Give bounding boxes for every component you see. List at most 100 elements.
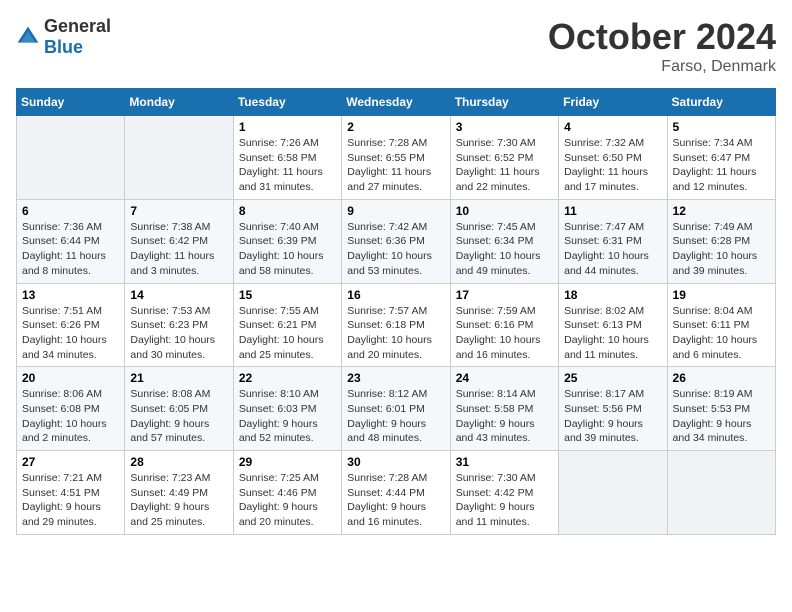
day-number: 18 [564,288,661,302]
calendar-cell: 4Sunrise: 7:32 AMSunset: 6:50 PMDaylight… [559,116,667,200]
calendar-cell [17,116,125,200]
logo: General Blue [16,16,111,58]
day-info: Sunrise: 7:38 AMSunset: 6:42 PMDaylight:… [130,220,227,279]
day-info: Sunrise: 7:21 AMSunset: 4:51 PMDaylight:… [22,471,119,530]
day-info: Sunrise: 7:28 AMSunset: 6:55 PMDaylight:… [347,136,444,195]
calendar-cell: 5 Sunrise: 7:34 AMSunset: 6:47 PMDaylight… [667,116,775,200]
week-row-0: 1 Sunrise: 7:26 AMSunset: 6:58 PMDaylight… [17,116,776,200]
day-info: Sunrise: 8:14 AMSunset: 5:58 PMDaylight:… [456,387,553,446]
calendar-cell [559,451,667,535]
day-info: Sunrise: 8:02 AMSunset: 6:13 PMDaylight:… [564,304,661,363]
day-number: 25 [564,371,661,385]
day-number: 11 [564,204,661,218]
calendar-cell: 30Sunrise: 7:28 AMSunset: 4:44 PMDayligh… [342,451,450,535]
day-info: Sunrise: 7:47 AMSunset: 6:31 PMDaylight:… [564,220,661,279]
day-number: 31 [456,455,553,469]
calendar-cell: 7 Sunrise: 7:38 AMSunset: 6:42 PMDaylight… [125,199,233,283]
calendar-cell: 6 Sunrise: 7:36 AMSunset: 6:44 PMDaylight… [17,199,125,283]
day-info: Sunrise: 8:04 AMSunset: 6:11 PMDaylight:… [673,304,770,363]
day-number: 6 [22,204,119,218]
day-number: 4 [564,120,661,134]
calendar-cell: 2 Sunrise: 7:28 AMSunset: 6:55 PMDaylight… [342,116,450,200]
calendar-table: SundayMondayTuesdayWednesdayThursdayFrid… [16,88,776,535]
calendar-cell: 31 Sunrise: 7:30 AMSunset: 4:42 PMDayligh… [450,451,558,535]
day-number: 14 [130,288,227,302]
month-title: October 2024 [548,16,776,58]
calendar-cell: 13 Sunrise: 7:51 AMSunset: 6:26 PMDayligh… [17,283,125,367]
calendar-cell: 11 Sunrise: 7:47 AMSunset: 6:31 PMDayligh… [559,199,667,283]
day-number: 13 [22,288,119,302]
day-info: Sunrise: 7:42 AMSunset: 6:36 PMDaylight:… [347,220,444,279]
week-row-2: 13 Sunrise: 7:51 AMSunset: 6:26 PMDayligh… [17,283,776,367]
day-number: 29 [239,455,336,469]
day-number: 12 [673,204,770,218]
day-info: Sunrise: 7:36 AMSunset: 6:44 PMDaylight:… [22,220,119,279]
day-number: 1 [239,120,336,134]
calendar-cell: 29Sunrise: 7:25 AMSunset: 4:46 PMDayligh… [233,451,341,535]
calendar-cell: 8Sunrise: 7:40 AMSunset: 6:39 PMDaylight… [233,199,341,283]
calendar-cell: 10 Sunrise: 7:45 AMSunset: 6:34 PMDayligh… [450,199,558,283]
day-info: Sunrise: 7:55 AMSunset: 6:21 PMDaylight:… [239,304,336,363]
day-info: Sunrise: 7:57 AMSunset: 6:18 PMDaylight:… [347,304,444,363]
calendar-cell: 16Sunrise: 7:57 AMSunset: 6:18 PMDayligh… [342,283,450,367]
logo-icon [16,25,40,49]
day-info: Sunrise: 7:45 AMSunset: 6:34 PMDaylight:… [456,220,553,279]
day-number: 21 [130,371,227,385]
day-number: 3 [456,120,553,134]
page-header: General Blue October 2024 Farso, Denmark [16,16,776,76]
day-info: Sunrise: 7:40 AMSunset: 6:39 PMDaylight:… [239,220,336,279]
calendar-cell: 23 Sunrise: 8:12 AMSunset: 6:01 PMDayligh… [342,367,450,451]
logo-text-blue: Blue [44,37,83,57]
day-number: 26 [673,371,770,385]
day-info: Sunrise: 7:34 AMSunset: 6:47 PMDaylight:… [673,136,770,195]
weekday-header-friday: Friday [559,89,667,116]
calendar-cell: 21 Sunrise: 8:08 AMSunset: 6:05 PMDayligh… [125,367,233,451]
calendar-cell: 27 Sunrise: 7:21 AMSunset: 4:51 PMDayligh… [17,451,125,535]
day-number: 23 [347,371,444,385]
title-block: October 2024 Farso, Denmark [548,16,776,76]
day-number: 22 [239,371,336,385]
day-number: 20 [22,371,119,385]
week-row-1: 6 Sunrise: 7:36 AMSunset: 6:44 PMDaylight… [17,199,776,283]
calendar-cell [125,116,233,200]
calendar-cell: 26 Sunrise: 8:19 AMSunset: 5:53 PMDayligh… [667,367,775,451]
calendar-cell: 20 Sunrise: 8:06 AMSunset: 6:08 PMDayligh… [17,367,125,451]
calendar-cell: 15 Sunrise: 7:55 AMSunset: 6:21 PMDayligh… [233,283,341,367]
day-info: Sunrise: 7:30 AMSunset: 4:42 PMDaylight:… [456,471,553,530]
day-number: 2 [347,120,444,134]
day-number: 5 [673,120,770,134]
weekday-header-wednesday: Wednesday [342,89,450,116]
day-info: Sunrise: 7:28 AMSunset: 4:44 PMDaylight:… [347,471,444,530]
day-number: 17 [456,288,553,302]
day-number: 7 [130,204,227,218]
calendar-cell: 14 Sunrise: 7:53 AMSunset: 6:23 PMDayligh… [125,283,233,367]
day-number: 28 [130,455,227,469]
calendar-cell: 28 Sunrise: 7:23 AMSunset: 4:49 PMDayligh… [125,451,233,535]
day-info: Sunrise: 8:08 AMSunset: 6:05 PMDaylight:… [130,387,227,446]
calendar-cell: 3 Sunrise: 7:30 AMSunset: 6:52 PMDaylight… [450,116,558,200]
week-row-4: 27 Sunrise: 7:21 AMSunset: 4:51 PMDayligh… [17,451,776,535]
calendar-cell: 22Sunrise: 8:10 AMSunset: 6:03 PMDayligh… [233,367,341,451]
day-info: Sunrise: 7:30 AMSunset: 6:52 PMDaylight:… [456,136,553,195]
day-info: Sunrise: 7:26 AMSunset: 6:58 PMDaylight:… [239,136,336,195]
day-number: 10 [456,204,553,218]
day-info: Sunrise: 7:51 AMSunset: 6:26 PMDaylight:… [22,304,119,363]
calendar-cell: 9 Sunrise: 7:42 AMSunset: 6:36 PMDaylight… [342,199,450,283]
day-info: Sunrise: 7:59 AMSunset: 6:16 PMDaylight:… [456,304,553,363]
calendar-cell: 1 Sunrise: 7:26 AMSunset: 6:58 PMDaylight… [233,116,341,200]
day-info: Sunrise: 7:23 AMSunset: 4:49 PMDaylight:… [130,471,227,530]
day-number: 24 [456,371,553,385]
day-number: 27 [22,455,119,469]
day-info: Sunrise: 8:19 AMSunset: 5:53 PMDaylight:… [673,387,770,446]
calendar-cell: 12 Sunrise: 7:49 AMSunset: 6:28 PMDayligh… [667,199,775,283]
day-info: Sunrise: 8:12 AMSunset: 6:01 PMDaylight:… [347,387,444,446]
day-info: Sunrise: 7:53 AMSunset: 6:23 PMDaylight:… [130,304,227,363]
day-number: 15 [239,288,336,302]
day-info: Sunrise: 7:49 AMSunset: 6:28 PMDaylight:… [673,220,770,279]
calendar-cell: 18 Sunrise: 8:02 AMSunset: 6:13 PMDayligh… [559,283,667,367]
weekday-header-tuesday: Tuesday [233,89,341,116]
weekday-header-thursday: Thursday [450,89,558,116]
day-number: 9 [347,204,444,218]
day-number: 19 [673,288,770,302]
day-info: Sunrise: 8:06 AMSunset: 6:08 PMDaylight:… [22,387,119,446]
